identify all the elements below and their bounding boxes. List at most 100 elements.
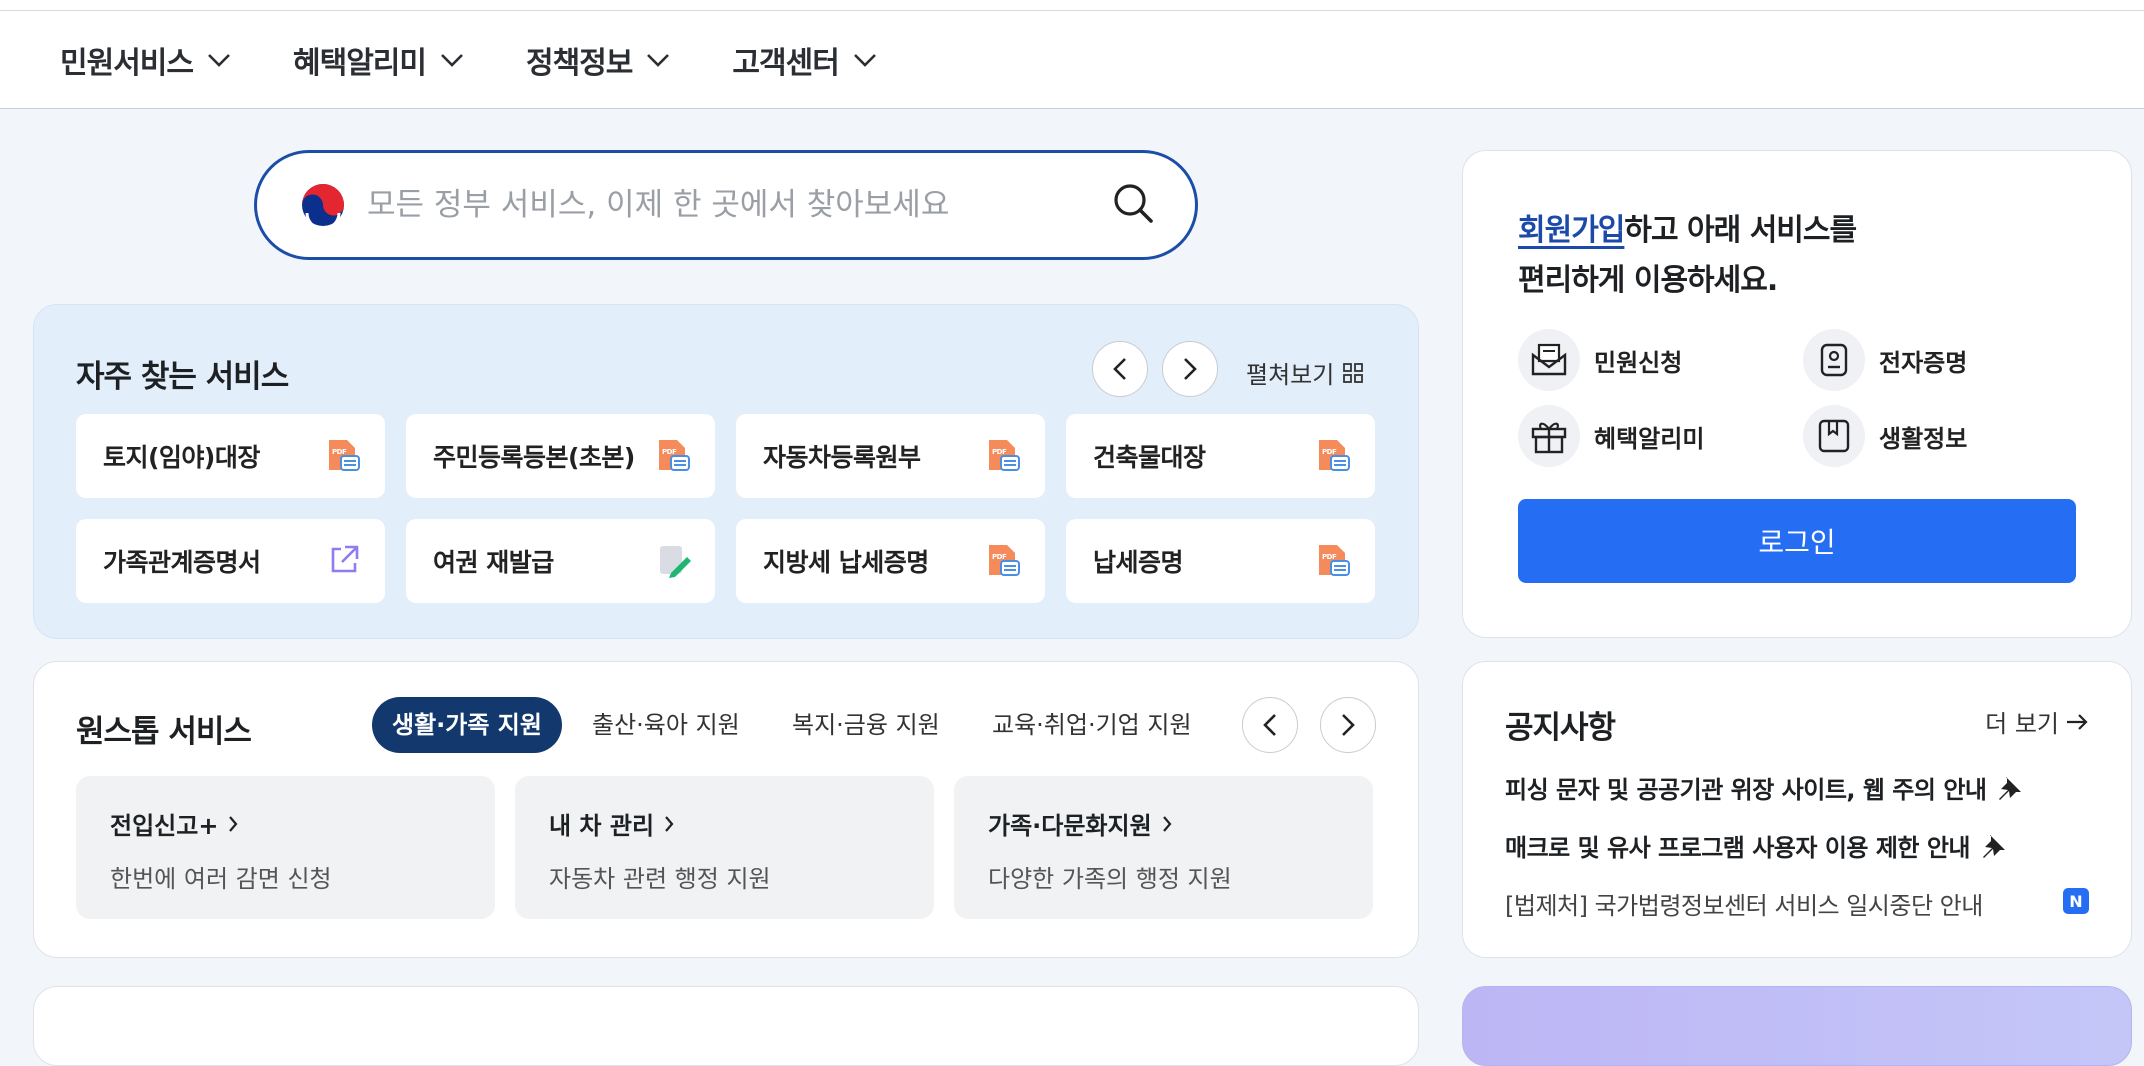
prev-button[interactable] (1092, 341, 1148, 397)
onestop-card[interactable]: 전입신고+ 한번에 여러 감면 신청 (76, 776, 495, 919)
signup-link[interactable]: 회원가입 (1518, 213, 1625, 248)
id-badge-icon (1803, 329, 1865, 391)
pin-icon (1983, 834, 2006, 858)
svg-text:PDF: PDF (992, 448, 1007, 456)
nav-item-label: 고객센터 (732, 45, 839, 81)
search-box (254, 150, 1198, 260)
search-icon[interactable] (1111, 181, 1155, 225)
expand-label: 펼쳐보기 (1246, 361, 1335, 389)
card-title-row: 가족·다문화지원 (988, 806, 1373, 841)
svg-text:PDF: PDF (992, 553, 1007, 561)
pdf-doc-icon: PDF (1319, 440, 1350, 471)
card-title: 내 차 관리 (549, 812, 655, 840)
more-link[interactable]: 더 보기 (1985, 704, 2089, 739)
service-label: 납세증명 (1093, 548, 1184, 577)
tab-education-jobs[interactable]: 교육·취업·기업 지원 (992, 697, 1192, 753)
nav-item-label: 혜택알리미 (293, 45, 427, 81)
notice-panel: 공지사항 더 보기 피싱 문자 및 공공기관 위장 사이트, 웹 주의 안내 매… (1462, 661, 2132, 958)
pdf-doc-icon: PDF (659, 440, 690, 471)
nav-item-policy-info[interactable]: 정책정보 (526, 38, 670, 82)
service-item[interactable]: 가족관계증명서 (76, 519, 385, 603)
section-title: 원스톱 서비스 (76, 714, 252, 750)
section-title: 자주 찾는 서비스 (76, 359, 289, 395)
top-border (0, 0, 2144, 11)
chevron-right-icon (229, 815, 238, 832)
section-title: 공지사항 (1505, 710, 1616, 746)
quick-item-label: 생활정보 (1879, 424, 1968, 453)
quick-item-e-certificate[interactable]: 전자증명 (1803, 329, 1967, 391)
service-label: 토지(임야)대장 (103, 443, 260, 472)
service-label: 지방세 납세증명 (763, 548, 929, 577)
login-button[interactable]: 로그인 (1518, 499, 2076, 583)
notice-item[interactable]: 피싱 문자 및 공공기관 위장 사이트, 웹 주의 안내 (1505, 770, 2024, 805)
card-title: 가족·다문화지원 (988, 812, 1152, 840)
tab-life-family[interactable]: 생활·가족 지원 (372, 697, 562, 753)
frequent-services-panel: 자주 찾는 서비스 펼쳐보기 토지(임야)대장 PDF 주민등록등본(초본) P… (33, 304, 1419, 639)
svg-text:PDF: PDF (1322, 448, 1337, 456)
promo-banner[interactable] (1462, 986, 2132, 1066)
card-description: 한번에 여러 감면 신청 (110, 865, 332, 893)
nav-item-benefit-alert[interactable]: 혜택알리미 (293, 38, 464, 82)
card-description: 자동차 관련 행정 지원 (549, 865, 771, 893)
service-item[interactable]: 토지(임야)대장 PDF (76, 414, 385, 498)
chevron-right-icon (665, 815, 674, 832)
chevron-right-icon (1184, 358, 1197, 380)
gift-icon (1518, 405, 1580, 467)
onestop-services-panel: 원스톱 서비스 생활·가족 지원 출산·육아 지원 복지·금융 지원 교육·취업… (33, 661, 1419, 958)
service-item[interactable]: 주민등록등본(초본) PDF (406, 414, 715, 498)
notice-text: [법제처] 국가법령정보센터 서비스 일시중단 안내 (1505, 892, 1983, 920)
expand-button[interactable]: 펼쳐보기 (1246, 355, 1364, 390)
taegeuk-emblem-icon (302, 184, 344, 227)
card-title-row: 내 차 관리 (549, 806, 934, 841)
grid-icon (1343, 362, 1364, 383)
service-label: 주민등록등본(초본) (433, 443, 635, 472)
service-item[interactable]: 납세증명 PDF (1066, 519, 1375, 603)
chevron-right-icon (1342, 714, 1355, 736)
chevron-down-icon (441, 53, 463, 67)
bookmark-icon (1803, 405, 1865, 467)
next-button[interactable] (1162, 341, 1218, 397)
edit-doc-icon (660, 546, 691, 578)
card-title-row: 전입신고+ (110, 806, 495, 841)
onestop-card[interactable]: 가족·다문화지원 다양한 가족의 행정 지원 (954, 776, 1373, 919)
quick-item-life-info[interactable]: 생활정보 (1803, 405, 1967, 467)
quick-item-label: 민원신청 (1594, 348, 1683, 377)
search-input[interactable] (367, 187, 1107, 223)
nav-item-civil-service[interactable]: 민원서비스 (60, 38, 231, 82)
chevron-left-icon (1113, 358, 1126, 380)
onestop-card[interactable]: 내 차 관리 자동차 관련 행정 지원 (515, 776, 934, 919)
service-item[interactable]: 건축물대장 PDF (1066, 414, 1375, 498)
quick-item-benefit-alert[interactable]: 혜택알리미 (1518, 405, 1704, 467)
service-item[interactable]: 지방세 납세증명 PDF (736, 519, 1045, 603)
nav-item-customer-center[interactable]: 고객센터 (732, 38, 876, 82)
pdf-doc-icon: PDF (989, 545, 1020, 576)
notice-item[interactable]: [법제처] 국가법령정보센터 서비스 일시중단 안내 (1505, 886, 1983, 921)
notice-text: 매크로 및 유사 프로그램 사용자 이용 제한 안내 (1505, 834, 1971, 862)
pdf-doc-icon: PDF (329, 440, 360, 471)
envelope-doc-icon (1518, 329, 1580, 391)
nav-item-label: 정책정보 (526, 45, 633, 81)
tab-welfare-finance[interactable]: 복지·금융 지원 (792, 697, 940, 753)
arrow-right-icon (2067, 713, 2088, 730)
chevron-left-icon (1263, 714, 1276, 736)
tab-birth-childcare[interactable]: 출산·육아 지원 (592, 697, 740, 753)
prev-button[interactable] (1242, 697, 1298, 753)
chevron-down-icon (647, 53, 670, 67)
svg-text:PDF: PDF (1322, 553, 1337, 561)
new-badge: N (2063, 888, 2089, 914)
login-message-line2: 편리하게 이용하세요. (1518, 263, 1778, 298)
card-description: 다양한 가족의 행정 지원 (988, 865, 1232, 893)
login-message-rest: 하고 아래 서비스를 (1624, 213, 1857, 248)
notice-item[interactable]: 매크로 및 유사 프로그램 사용자 이용 제한 안내 (1505, 828, 2008, 863)
next-button[interactable] (1320, 697, 1376, 753)
global-nav: 민원서비스 혜택알리미 정책정보 고객센터 (0, 11, 2144, 109)
service-item[interactable]: 자동차등록원부 PDF (736, 414, 1045, 498)
chevron-right-icon (1162, 815, 1172, 832)
pdf-doc-icon: PDF (989, 440, 1020, 471)
more-label: 더 보기 (1985, 710, 2059, 738)
pdf-doc-icon: PDF (1319, 545, 1350, 576)
login-message: 회원가입하고 아래 서비스를 편리하게 이용하세요. (1518, 206, 1857, 306)
next-section-card (33, 986, 1419, 1066)
service-item[interactable]: 여권 재발급 (406, 519, 715, 603)
quick-item-civil-request[interactable]: 민원신청 (1518, 329, 1682, 391)
